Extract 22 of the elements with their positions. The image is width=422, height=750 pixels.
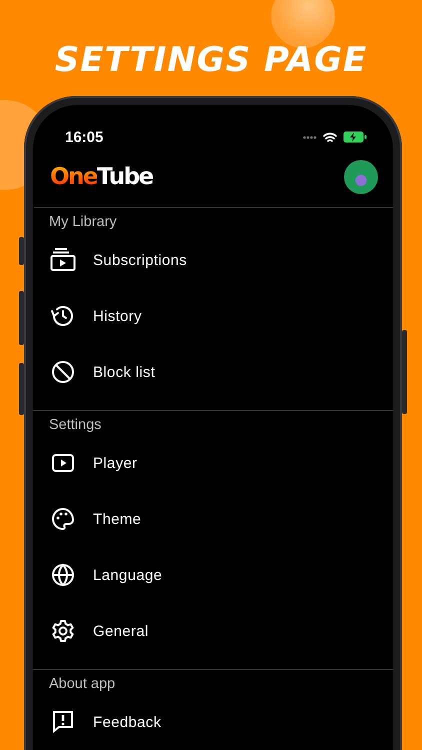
menu-item[interactable]: Player	[33, 435, 393, 491]
subscriptions-icon	[49, 246, 77, 274]
menu-item[interactable]: Theme	[33, 491, 393, 547]
menu-item[interactable]: Language	[33, 547, 393, 603]
menu-item[interactable]: General	[33, 603, 393, 659]
globe-icon	[49, 561, 77, 589]
menu-item[interactable]: History	[33, 288, 393, 344]
menu-item[interactable]: Subscriptions	[33, 232, 393, 288]
avatar[interactable]	[344, 160, 378, 194]
section-header: About app	[49, 676, 116, 692]
menu-item[interactable]: Block list	[33, 344, 393, 400]
wifi-icon	[323, 132, 337, 142]
app-logo: OneTube	[50, 164, 153, 190]
menu-item[interactable]: Feedback	[33, 694, 393, 750]
status-time: 16:05	[65, 128, 104, 146]
headline: SETTINGS PAGE	[54, 40, 368, 80]
block-icon	[49, 358, 77, 386]
battery-icon	[343, 131, 367, 143]
section-header: My Library	[49, 214, 117, 230]
signal-icon	[303, 136, 317, 138]
section-header: Settings	[49, 417, 102, 433]
palette-icon	[49, 505, 77, 533]
